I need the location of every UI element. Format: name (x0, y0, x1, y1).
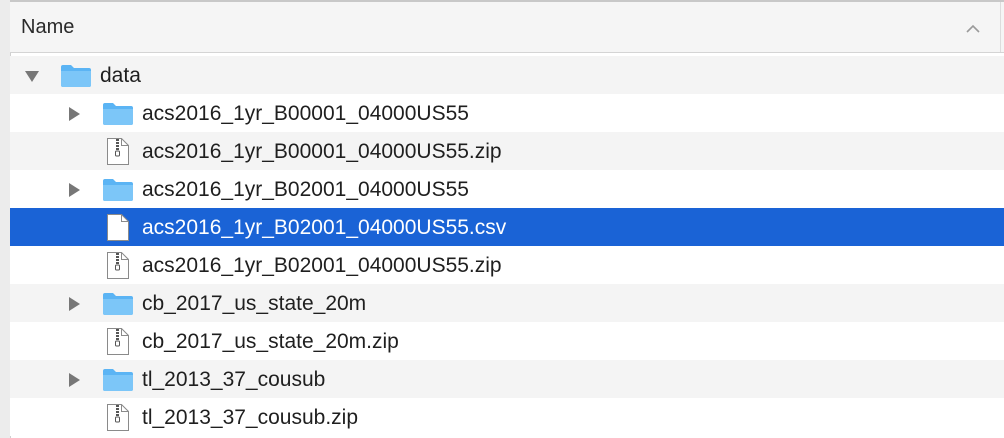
list-item[interactable]: cb_2017_us_state_20m.zip (10, 322, 1004, 360)
disclosure-triangle-expanded-icon[interactable] (24, 68, 40, 84)
zip-file-icon (107, 138, 129, 165)
list-item[interactable]: acs2016_1yr_B00001_04000US55 (10, 94, 1004, 132)
list-item-label: cb_2017_us_state_20m (142, 292, 367, 315)
header-divider (1000, 2, 1001, 52)
list-item[interactable]: acs2016_1yr_B02001_04000US55.csv (10, 208, 1004, 246)
folder-icon (103, 179, 133, 201)
column-header-label: Name (21, 16, 75, 38)
zip-file-icon (107, 404, 129, 431)
list-item[interactable]: tl_2013_37_cousub (10, 360, 1004, 398)
folder-icon (103, 103, 133, 125)
list-item-label: data (100, 64, 141, 87)
list-item-label: acs2016_1yr_B00001_04000US55.zip (142, 140, 502, 163)
column-header-name[interactable]: Name (10, 0, 1004, 53)
list-item-label: tl_2013_37_cousub.zip (142, 406, 359, 429)
disclosure-triangle-collapsed-icon[interactable] (66, 372, 82, 388)
disclosure-triangle-collapsed-icon[interactable] (66, 106, 82, 122)
list-item[interactable]: cb_2017_us_state_20m (10, 284, 1004, 322)
zip-file-icon (107, 328, 129, 355)
list-item[interactable]: acs2016_1yr_B02001_04000US55.zip (10, 246, 1004, 284)
sort-ascending-chevron-icon[interactable] (966, 24, 980, 33)
disclosure-triangle-collapsed-icon[interactable] (66, 296, 82, 312)
folder-icon (103, 293, 133, 315)
document-icon (107, 214, 129, 241)
list-item-label: acs2016_1yr_B02001_04000US55.zip (142, 254, 502, 277)
finder-list-view: Name data acs2016_1yr_B00001_04000US55ac… (0, 0, 1004, 438)
list-item-label: acs2016_1yr_B00001_04000US55 (142, 102, 469, 125)
list-item-root-folder[interactable]: data (10, 56, 1004, 94)
list-item[interactable]: tl_2013_37_cousub.zip (10, 398, 1004, 436)
list-item-label: cb_2017_us_state_20m.zip (142, 330, 399, 353)
list-item-label: tl_2013_37_cousub (142, 368, 326, 391)
list-item[interactable]: acs2016_1yr_B02001_04000US55 (10, 170, 1004, 208)
list-item-label: acs2016_1yr_B02001_04000US55 (142, 178, 469, 201)
list-item-label: acs2016_1yr_B02001_04000US55.csv (142, 216, 507, 239)
list-item[interactable]: acs2016_1yr_B00001_04000US55.zip (10, 132, 1004, 170)
zip-file-icon (107, 252, 129, 279)
folder-icon (103, 369, 133, 391)
file-list: data acs2016_1yr_B00001_04000US55 acs2016… (10, 56, 1004, 436)
folder-icon (61, 65, 91, 87)
disclosure-triangle-collapsed-icon[interactable] (66, 182, 82, 198)
